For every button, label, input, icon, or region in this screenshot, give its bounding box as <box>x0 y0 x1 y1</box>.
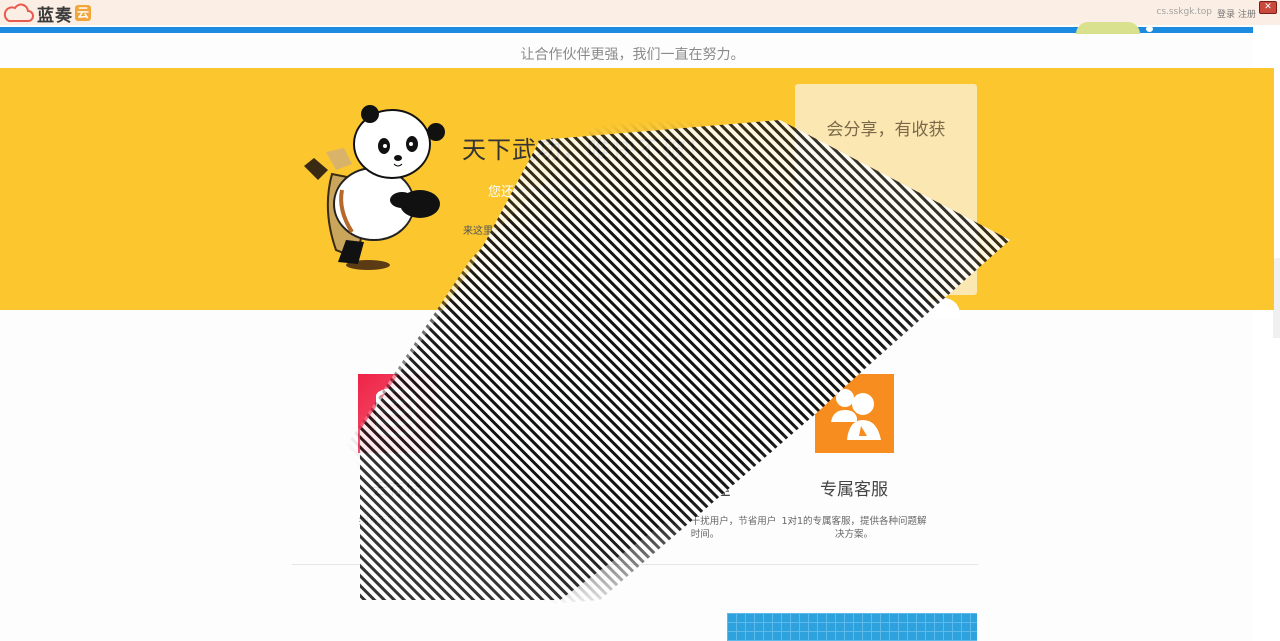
hero-description: 来这里，下载不限速 <box>463 226 553 237</box>
scrollbar-thumb[interactable] <box>1273 258 1280 338</box>
cloud-icon <box>3 3 34 22</box>
share-card-title: 会分享，有收获 <box>826 120 946 140</box>
money-bag-icon: $ <box>665 374 745 453</box>
cloud-decoration <box>856 282 960 318</box>
feature-speed: 云加速 极速下载，对下载不做任何限制。 <box>478 374 628 528</box>
feature-name: 云存储 <box>371 480 423 500</box>
brand-name: 蓝奏 <box>37 5 73 26</box>
panda-mascot <box>304 105 445 270</box>
mascot-peek <box>1076 22 1140 34</box>
feature-desc: 极速下载，对下载不做任何限制。 <box>481 516 625 527</box>
site-logo[interactable]: 蓝奏 云 <box>2 2 92 26</box>
tagline: 让合作伙伴更强，我们一直在努力。 <box>520 47 745 63</box>
register-link[interactable]: 注册 <box>1238 10 1256 20</box>
feature-storage: 云存储 拥有无限存储空间 <box>322 374 472 528</box>
users-icon <box>814 374 894 453</box>
divider <box>292 564 978 565</box>
login-link[interactable]: 登录 <box>1217 10 1235 20</box>
brand-badge: 云 <box>75 5 92 21</box>
feature-name: 专属客服 <box>820 480 888 500</box>
auth-links: 登录 注册 <box>1214 7 1256 20</box>
accent-bar <box>0 27 1253 33</box>
hero-title: 天下武功，唯快不破！ <box>462 136 712 164</box>
hero-subtitle: 您还在为用户抱怨 <box>488 185 593 200</box>
feature-desc: 1对1的专属客服，提供各种问题解决方案。 <box>781 516 927 540</box>
close-button[interactable]: ✕ <box>1259 1 1277 14</box>
bottom-blue-panel <box>727 613 977 641</box>
feature-support: 专属客服 1对1的专属客服，提供各种问题解决方案。 <box>779 374 929 541</box>
speed-icon <box>513 374 593 453</box>
hero-banner <box>0 68 1274 310</box>
feature-name: 云加速 <box>527 480 579 500</box>
svg-text:$: $ <box>698 415 712 439</box>
indicator-dot <box>1146 26 1153 32</box>
feature-experience: $ 体验佳 下载清晰，不干扰用户，节省用户时间。 <box>630 374 780 541</box>
feature-desc: 下载清晰，不干扰用户，节省用户时间。 <box>633 516 777 540</box>
database-icon <box>357 374 437 453</box>
domain-text: cs.sskgk.top <box>1156 7 1212 17</box>
feature-name: 体验佳 <box>679 480 731 500</box>
feature-desc: 拥有无限存储空间 <box>358 516 435 527</box>
